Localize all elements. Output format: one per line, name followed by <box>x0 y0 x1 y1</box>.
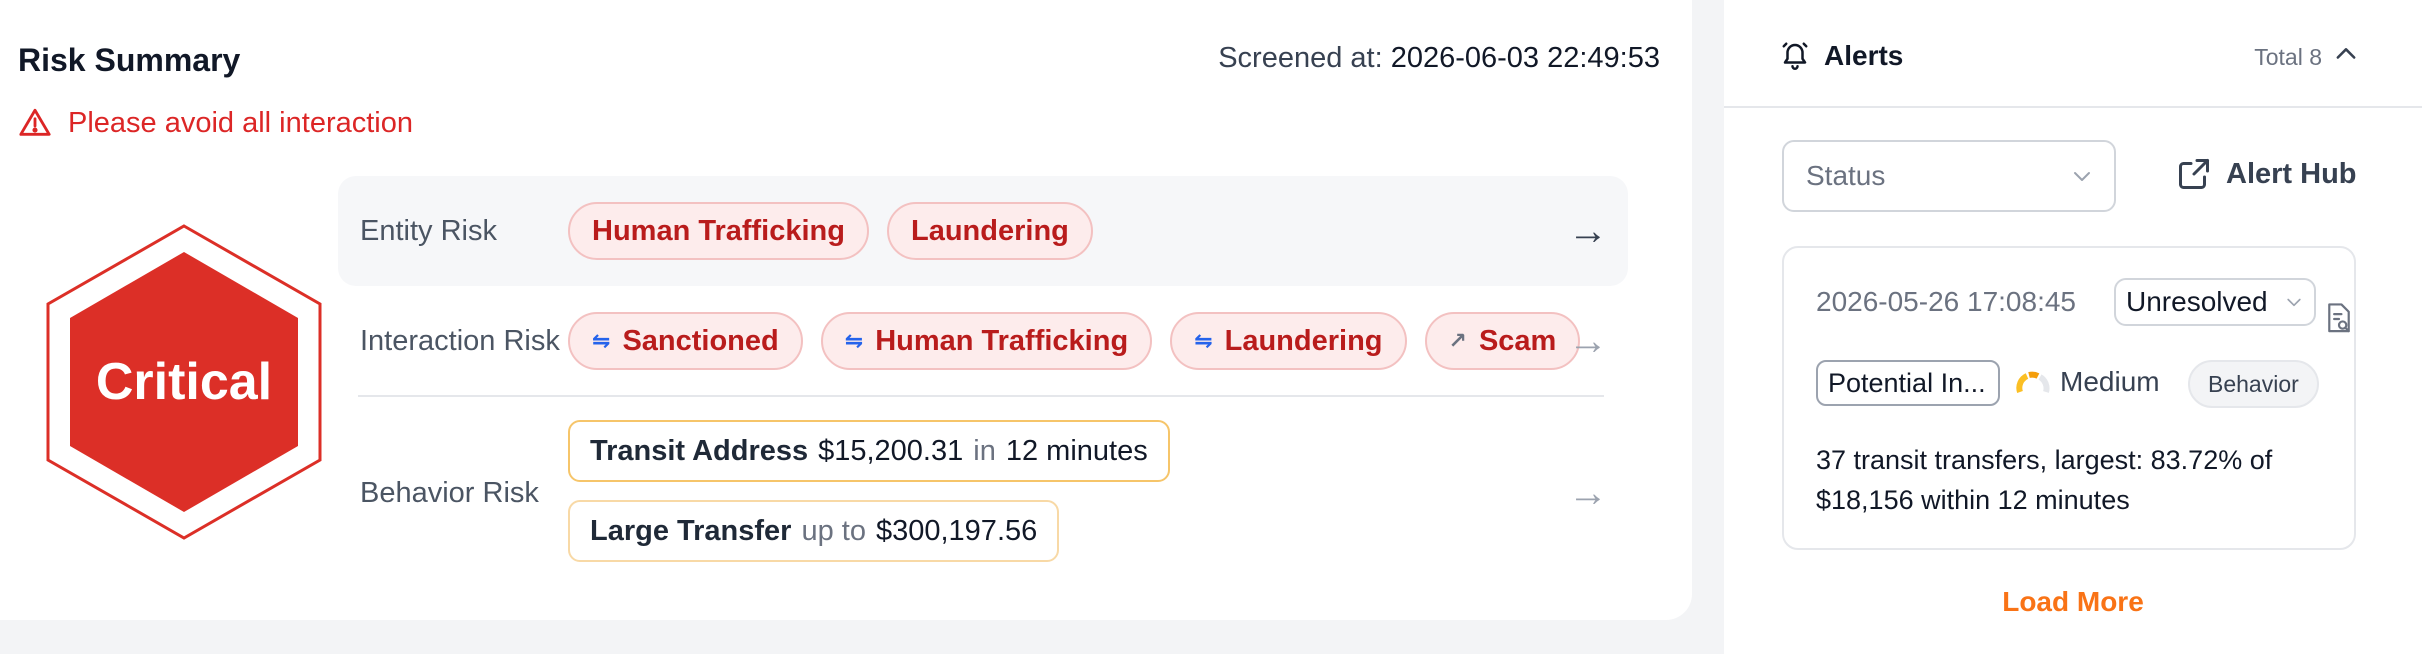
behavior-risk-label: Behavior Risk <box>360 476 539 509</box>
behavior-risk-items: Transit Address $15,200.31 in 12 minutes… <box>568 420 1170 562</box>
entity-risk-label: Entity Risk <box>360 214 497 247</box>
behavior-item: Large Transfer up to $300,197.56 <box>568 500 1060 562</box>
external-link-icon <box>2179 159 2209 189</box>
alert-status-value: Unresolved <box>2126 286 2268 317</box>
alert-date: 2026-05-26 17:08:45 <box>1816 286 2076 317</box>
entity-risk-row[interactable]: Entity Risk Human Trafficking Laundering… <box>338 176 1628 286</box>
load-more-button[interactable]: Load More <box>1724 586 2422 618</box>
alerts-total: Total 8 <box>2254 44 2322 70</box>
arrow-right-icon[interactable]: → <box>1568 319 1608 364</box>
status-filter-select[interactable]: Status <box>1782 140 2116 212</box>
chevron-down-icon <box>2287 298 2301 307</box>
alert-hub-label: Alert Hub <box>2226 157 2357 190</box>
behavior-value: $300,197.56 <box>875 514 1038 547</box>
behavior-connector: in <box>973 434 996 467</box>
risk-tag: Human Trafficking <box>568 202 869 260</box>
interaction-risk-tags: ⇋ Sanctioned ⇋ Human Trafficking ⇋ Laund… <box>568 312 1581 370</box>
arrow-right-icon[interactable]: → <box>1568 209 1608 254</box>
risk-tag-label: Human Trafficking <box>875 324 1129 357</box>
alert-category-tag: Behavior <box>2188 360 2319 408</box>
risk-tag-label: Scam <box>1478 324 1557 357</box>
entity-risk-tags: Human Trafficking Laundering <box>568 202 1093 260</box>
status-placeholder: Status <box>1806 160 1886 191</box>
alert-hub-link[interactable]: Alert Hub <box>2176 156 2357 192</box>
behavior-detail: 12 minutes <box>1005 434 1148 467</box>
screened-timestamp: 2026-06-03 22:49:53 <box>1390 42 1660 74</box>
bell-icon <box>1782 42 1808 70</box>
behavior-name: Large Transfer <box>590 514 792 547</box>
alerts-header: Alerts Total 8 <box>1724 0 2422 108</box>
risk-tag: ⇋ Laundering <box>1170 312 1407 370</box>
alert-severity: Medium <box>2060 366 2160 397</box>
interaction-risk-row[interactable]: Interaction Risk ⇋ Sanctioned ⇋ Human Tr… <box>338 286 1628 396</box>
warning-icon <box>19 108 51 136</box>
risk-tag-label: Laundering <box>1224 324 1383 357</box>
risk-level-label: Critical <box>95 353 273 411</box>
risk-tag: ↗ Scam <box>1424 312 1581 370</box>
behavior-name: Transit Address <box>590 434 809 467</box>
risk-summary-card: Risk Summary Screened at: 2026-06-03 22:… <box>0 0 1692 620</box>
alert-description: 37 transit transfers, largest: 83.72% of… <box>1816 445 2273 515</box>
row-divider <box>358 395 1604 397</box>
alert-status-select[interactable]: Unresolved <box>2114 278 2316 326</box>
risk-warning: Please avoid all interaction <box>18 106 413 140</box>
chevron-up-icon[interactable] <box>2332 40 2360 68</box>
document-search-icon[interactable] <box>2324 302 2354 336</box>
alert-card: 2026-05-26 17:08:45 Unresolved Potential… <box>1782 246 2356 550</box>
risk-tag: Laundering <box>887 202 1093 260</box>
chevron-down-icon <box>2074 172 2090 181</box>
screened-label: Screened at: <box>1218 42 1383 74</box>
alert-type-tag: Potential In... <box>1816 360 2000 406</box>
swap-arrows-icon: ⇋ <box>592 328 611 353</box>
interaction-risk-label: Interaction Risk <box>360 324 560 357</box>
page-title: Risk Summary <box>18 42 241 78</box>
risk-tag-label: Sanctioned <box>622 324 779 357</box>
behavior-connector: up to <box>801 514 866 547</box>
alerts-panel: Alerts Total 8 Status Alert Hub 2026-05-… <box>1724 0 2422 654</box>
gauge-icon <box>2016 371 2050 393</box>
warning-text: Please avoid all interaction <box>68 106 413 139</box>
arrow-up-left-icon: ↗ <box>1448 328 1467 353</box>
behavior-risk-row[interactable]: Behavior Risk Transit Address $15,200.31… <box>338 400 1628 586</box>
arrow-right-icon[interactable]: → <box>1568 471 1608 516</box>
alerts-title: Alerts <box>1824 40 1904 71</box>
swap-arrows-icon: ⇋ <box>844 328 864 353</box>
behavior-item: Transit Address $15,200.31 in 12 minutes <box>568 420 1170 482</box>
risk-tag: ⇋ Sanctioned <box>568 312 803 370</box>
risk-level-badge: Critical <box>44 222 324 542</box>
swap-arrows-icon: ⇋ <box>1194 328 1213 353</box>
screened-at: Screened at: 2026-06-03 22:49:53 <box>1218 42 1660 75</box>
behavior-value: $15,200.31 <box>818 434 964 467</box>
risk-tag: ⇋ Human Trafficking <box>820 312 1153 370</box>
